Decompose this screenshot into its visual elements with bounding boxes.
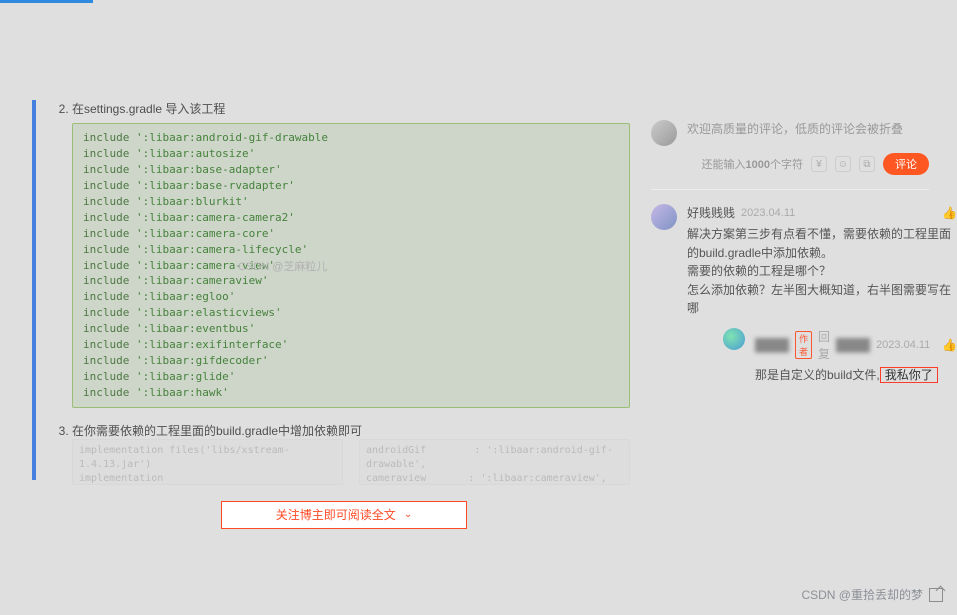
step-3: 在你需要依赖的工程里面的build.gradle中增加依赖即可 implemen… <box>72 422 630 485</box>
comment-toolbar: 还能输入1000个字符 ¥ ☺ ⧉ 评论 <box>687 153 929 175</box>
reply-action: 回复 <box>818 328 830 362</box>
chevron-down-icon: ⌄ <box>404 509 412 520</box>
code-block-settings-gradle: include ':libaar:android-gif-drawableinc… <box>72 123 630 408</box>
comment-item: 好贱贱贱 2023.04.11 👍 解决方案第三步有点看不懂，需要依赖的工程里面… <box>651 204 929 385</box>
divider <box>651 189 929 190</box>
page-progress <box>0 0 93 3</box>
comments-panel: 欢迎高质量的评论，低质的评论会被折叠 还能输入1000个字符 ¥ ☺ ⧉ 评论 … <box>651 120 929 385</box>
faded-right: androidGif : ':libaar:android-gif-drawab… <box>359 439 630 485</box>
expand-label: 关注博主即可阅读全文 <box>276 506 396 523</box>
reply-author[interactable]: ████ <box>755 338 789 352</box>
highlighted-phrase: 我私你了 <box>880 367 938 383</box>
code-icon[interactable]: ¥ <box>811 156 827 172</box>
reply-text: 那是自定义的build文件,我私你了 <box>755 366 957 385</box>
comment-composer: 欢迎高质量的评论，低质的评论会被折叠 还能输入1000个字符 ¥ ☺ ⧉ 评论 <box>651 120 929 175</box>
image-icon[interactable]: ⧉ <box>859 156 875 172</box>
emoji-icon[interactable]: ☺ <box>835 156 851 172</box>
avatar <box>723 328 745 350</box>
comment-date: 2023.04.11 <box>741 207 795 219</box>
like-icon[interactable]: 👍 <box>942 338 957 352</box>
faded-code-preview: implementation files('libs/xstream-1.4.1… <box>72 439 630 485</box>
comment-text: 解决方案第三步有点看不懂，需要依赖的工程里面的build.gradle中添加依赖… <box>687 225 957 318</box>
article-panel: 在settings.gradle 导入该工程 include ':libaar:… <box>32 100 630 480</box>
reply-target[interactable]: ████ <box>836 338 870 352</box>
commenter-name[interactable]: 好贱贱贱 <box>687 204 735 221</box>
step-2: 在settings.gradle 导入该工程 include ':libaar:… <box>72 100 630 408</box>
expand-full-text-button[interactable]: 关注博主即可阅读全文 ⌄ <box>221 501 467 529</box>
publish-button[interactable]: 评论 <box>883 153 929 175</box>
comment-input[interactable]: 欢迎高质量的评论，低质的评论会被折叠 <box>687 120 929 137</box>
faded-left: implementation files('libs/xstream-1.4.1… <box>72 439 343 485</box>
avatar <box>651 120 677 146</box>
avatar <box>651 204 677 230</box>
like-icon[interactable]: 👍 <box>942 206 957 220</box>
external-link-icon <box>929 588 943 602</box>
step-3-title: 在你需要依赖的工程里面的build.gradle中增加依赖即可 <box>72 424 362 438</box>
author-badge: 作者 <box>795 331 812 359</box>
reply-date: 2023.04.11 <box>876 339 930 351</box>
char-counter: 还能输入1000个字符 <box>702 156 803 172</box>
reply-item: ████ 作者 回复 ████ 2023.04.11 👍 那是自定义的build… <box>687 328 957 385</box>
page-watermark: CSDN @重拾丢却的梦 <box>801 586 943 603</box>
step-2-title: 在settings.gradle 导入该工程 <box>72 102 225 116</box>
